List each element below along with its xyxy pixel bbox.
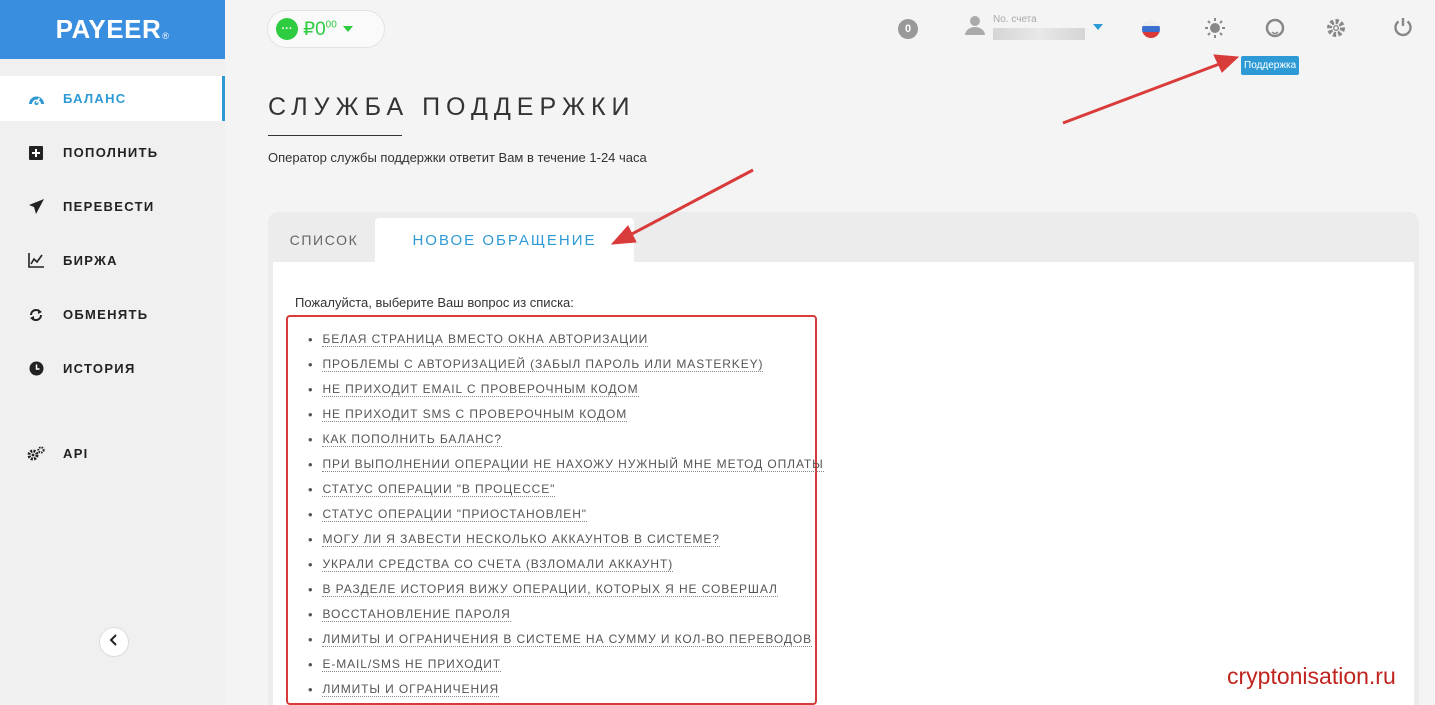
logo-text: PAYEER xyxy=(55,14,162,44)
sidebar-item-deposit[interactable]: ПОПОЛНИТЬ xyxy=(0,130,225,175)
question-list: БЕЛАЯ СТРАНИЦА ВМЕСТО ОКНА АВТОРИЗАЦИИ П… xyxy=(308,327,824,702)
question-link[interactable]: НЕ ПРИХОДИТ SMS С ПРОВЕРОЧНЫМ КОДОМ xyxy=(322,407,628,422)
question-link[interactable]: СТАТУС ОПЕРАЦИИ "В ПРОЦЕССЕ" xyxy=(322,482,556,497)
sidebar-item-balance[interactable]: БАЛАНС xyxy=(0,76,225,121)
question-link[interactable]: ПРОБЛЕМЫ С АВТОРИЗАЦИЕЙ (ЗАБЫЛ ПАРОЛЬ ИЛ… xyxy=(322,357,764,372)
payeer-logo[interactable]: PAYEER ® xyxy=(0,0,225,59)
notification-badge[interactable]: 0 xyxy=(898,19,918,39)
arrow-to-support-icon xyxy=(1062,61,1223,125)
sidebar-item-label: ИСТОРИЯ xyxy=(63,361,136,376)
tab-new-ticket[interactable]: НОВОЕ ОБРАЩЕНИЕ xyxy=(375,218,634,262)
sidebar-item-label: БИРЖА xyxy=(63,253,118,268)
sidebar-item-label: БАЛАНС xyxy=(63,91,127,106)
sidebar-item-history[interactable]: ИСТОРИЯ xyxy=(0,346,225,391)
question-link[interactable]: БЕЛАЯ СТРАНИЦА ВМЕСТО ОКНА АВТОРИЗАЦИИ xyxy=(322,332,649,347)
page-title: СЛУЖБА ПОДДЕРЖКИ xyxy=(268,93,636,121)
gear-icon[interactable] xyxy=(1325,17,1347,44)
tab-content: Пожалуйста, выберите Ваш вопрос из списк… xyxy=(273,262,1414,705)
sidebar-item-exchange-market[interactable]: БИРЖА xyxy=(0,238,225,283)
sidebar-nav: БАЛАНС ПОПОЛНИТЬ ПЕРЕВЕСТИ БИРЖА ОБМЕНЯТ… xyxy=(0,76,225,476)
question-link[interactable]: ЛИМИТЫ И ОГРАНИЧЕНИЯ xyxy=(322,682,500,697)
clock-icon xyxy=(27,360,45,378)
question-link[interactable]: СТАТУС ОПЕРАЦИИ "ПРИОСТАНОВЛЕН" xyxy=(322,507,587,522)
gauge-icon xyxy=(27,90,45,108)
list-item: ЛИМИТЫ И ОГРАНИЧЕНИЯ В СИСТЕМЕ НА СУММУ … xyxy=(308,627,824,652)
user-icon xyxy=(965,15,985,40)
list-item: СТАТУС ОПЕРАЦИИ "В ПРОЦЕССЕ" xyxy=(308,477,824,502)
sidebar-item-label: ОБМЕНЯТЬ xyxy=(63,307,149,322)
account-number-redacted xyxy=(993,28,1085,40)
sidebar-item-label: ПЕРЕВЕСТИ xyxy=(63,199,155,214)
sidebar-item-api[interactable]: API xyxy=(0,431,225,476)
account-selector[interactable]: No. счета xyxy=(965,14,1103,40)
question-link[interactable]: ЛИМИТЫ И ОГРАНИЧЕНИЯ В СИСТЕМЕ НА СУММУ … xyxy=(322,632,812,647)
title-underline xyxy=(268,135,402,136)
sidebar-item-swap[interactable]: ОБМЕНЯТЬ xyxy=(0,292,225,337)
question-link[interactable]: НЕ ПРИХОДИТ EMAIL С ПРОВЕРОЧНЫМ КОДОМ xyxy=(322,382,639,397)
list-item: E-MAIL/SMS НЕ ПРИХОДИТ xyxy=(308,652,824,677)
watermark: cryptonisation.ru xyxy=(1227,663,1396,689)
list-item: ПРИ ВЫПОЛНЕНИИ ОПЕРАЦИИ НЕ НАХОЖУ НУЖНЫЙ… xyxy=(308,452,824,477)
paper-plane-icon xyxy=(27,198,45,216)
balance-amount: ₽000 xyxy=(303,18,337,40)
top-header: ··· ₽000 0 No. счета Поддержка xyxy=(225,0,1435,75)
account-label: No. счета xyxy=(993,14,1037,25)
list-item: НЕ ПРИХОДИТ SMS С ПРОВЕРОЧНЫМ КОДОМ xyxy=(308,402,824,427)
gears-icon xyxy=(27,445,45,463)
list-item: УКРАЛИ СРЕДСТВА СО СЧЕТА (ВЗЛОМАЛИ АККАУ… xyxy=(308,552,824,577)
question-prompt: Пожалуйста, выберите Ваш вопрос из списк… xyxy=(295,295,574,310)
power-icon[interactable] xyxy=(1393,17,1413,42)
sidebar-item-transfer[interactable]: ПЕРЕВЕСТИ xyxy=(0,184,225,229)
sidebar-collapse-button[interactable] xyxy=(99,627,129,657)
question-link[interactable]: КАК ПОПОЛНИТЬ БАЛАНС? xyxy=(322,432,502,447)
balance-dropdown[interactable]: ··· ₽000 xyxy=(267,10,385,48)
caret-down-icon xyxy=(1093,24,1103,30)
list-item: БЕЛАЯ СТРАНИЦА ВМЕСТО ОКНА АВТОРИЗАЦИИ xyxy=(308,327,824,352)
sidebar: PAYEER ® БАЛАНС ПОПОЛНИТЬ ПЕРЕВЕСТИ БИРЖА xyxy=(0,0,225,705)
logo-mark: ® xyxy=(162,30,170,41)
question-link[interactable]: МОГУ ЛИ Я ЗАВЕСТИ НЕСКОЛЬКО АККАУНТОВ В … xyxy=(322,532,720,547)
sun-icon[interactable] xyxy=(1205,18,1225,43)
question-link[interactable]: В РАЗДЕЛЕ ИСТОРИЯ ВИЖУ ОПЕРАЦИИ, КОТОРЫХ… xyxy=(322,582,778,597)
chevron-left-icon xyxy=(109,633,119,651)
list-item: НЕ ПРИХОДИТ EMAIL С ПРОВЕРОЧНЫМ КОДОМ xyxy=(308,377,824,402)
list-item: СТАТУС ОПЕРАЦИИ "ПРИОСТАНОВЛЕН" xyxy=(308,502,824,527)
tab-list[interactable]: СПИСОК xyxy=(273,218,375,262)
list-item: МОГУ ЛИ Я ЗАВЕСТИ НЕСКОЛЬКО АККАУНТОВ В … xyxy=(308,527,824,552)
list-item: КАК ПОПОЛНИТЬ БАЛАНС? xyxy=(308,427,824,452)
support-headset-icon[interactable] xyxy=(1265,18,1285,43)
question-link[interactable]: ПРИ ВЫПОЛНЕНИИ ОПЕРАЦИИ НЕ НАХОЖУ НУЖНЫЙ… xyxy=(322,457,824,472)
sidebar-item-label: ПОПОЛНИТЬ xyxy=(63,145,159,160)
list-item: В РАЗДЕЛЕ ИСТОРИЯ ВИЖУ ОПЕРАЦИИ, КОТОРЫХ… xyxy=(308,577,824,602)
question-link[interactable]: УКРАЛИ СРЕДСТВА СО СЧЕТА (ВЗЛОМАЛИ АККАУ… xyxy=(322,557,674,572)
question-link[interactable]: E-MAIL/SMS НЕ ПРИХОДИТ xyxy=(322,657,501,672)
page-subtitle: Оператор службы поддержки ответит Вам в … xyxy=(268,150,647,165)
exchange-icon xyxy=(27,306,45,324)
plus-square-icon xyxy=(27,144,45,162)
support-card: СПИСОК НОВОЕ ОБРАЩЕНИЕ Пожалуйста, выбер… xyxy=(268,212,1419,705)
russian-flag-icon[interactable] xyxy=(1142,20,1160,43)
balance-status-icon: ··· xyxy=(276,18,298,40)
list-item: ПРОБЛЕМЫ С АВТОРИЗАЦИЕЙ (ЗАБЫЛ ПАРОЛЬ ИЛ… xyxy=(308,352,824,377)
question-link[interactable]: ВОССТАНОВЛЕНИЕ ПАРОЛЯ xyxy=(322,607,511,622)
caret-down-icon xyxy=(342,26,353,32)
list-item: ЛИМИТЫ И ОГРАНИЧЕНИЯ xyxy=(308,677,824,702)
list-item: ВОССТАНОВЛЕНИЕ ПАРОЛЯ xyxy=(308,602,824,627)
sidebar-item-label: API xyxy=(63,446,89,461)
chart-line-icon xyxy=(27,252,45,270)
support-tooltip: Поддержка xyxy=(1241,56,1300,75)
